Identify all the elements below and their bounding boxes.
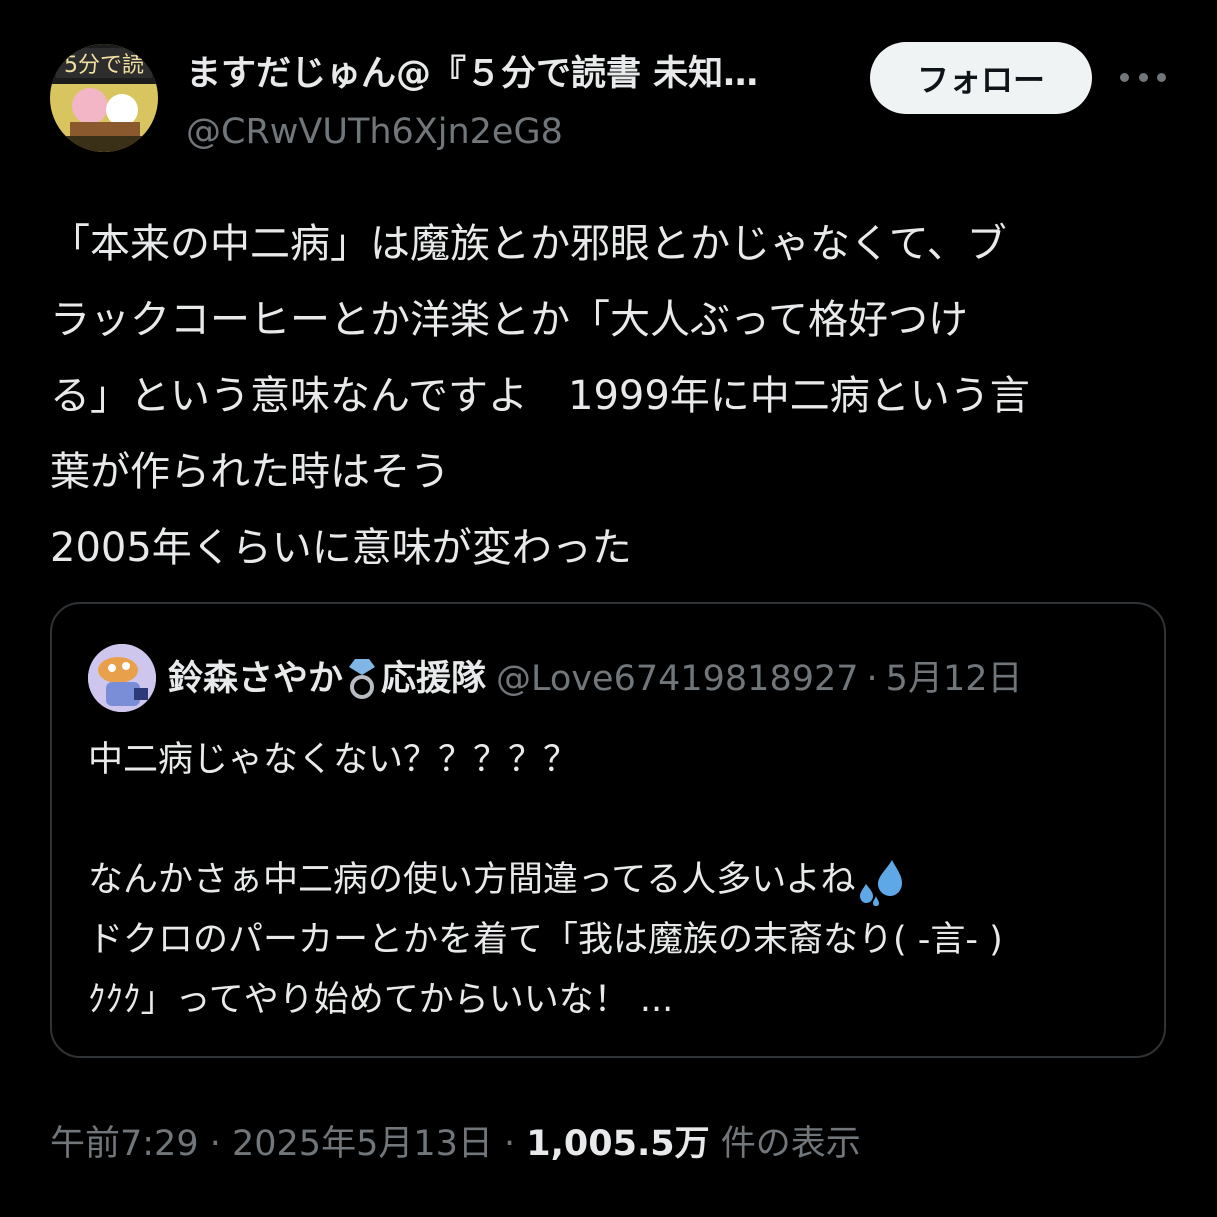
separator-dot: ·: [198, 1124, 232, 1164]
quoted-text-line: ドクロのパーカーとかを着て「我は魔族の末裔なり( -言- ): [88, 920, 1003, 960]
quoted-text-line: 中二病じゃなくない？？？？？: [88, 740, 579, 780]
quoted-text-line: ｸｸｸ」ってやり始めてからいいな！ ...: [88, 980, 674, 1020]
tweet-time[interactable]: 午前7:29: [50, 1124, 199, 1164]
character-avatar-icon: [88, 644, 156, 712]
quoted-tweet-text: 中二病じゃなくない？？？？？ なんかさぁ中二病の使い方間違ってる人多いよね ドク…: [88, 730, 1128, 1030]
quoted-tweet-header: 鈴森さやか 応援隊 @Love67419818927 · 5月12日: [168, 652, 1022, 706]
quoted-tweet-date[interactable]: 5月12日: [886, 652, 1023, 706]
separator-dot: ·: [492, 1124, 527, 1164]
tweet-metadata: 午前7:29 · 2025年5月13日 · 1,005.5万 件の表示: [50, 1114, 861, 1174]
follow-button[interactable]: フォロー: [870, 42, 1092, 114]
tweet-text-line: る」という意味なんですよ 1999年に中二病という言: [50, 373, 1030, 419]
ring-icon: [349, 659, 376, 699]
more-options-icon[interactable]: [1120, 62, 1166, 92]
tweet-text: 「本来の中二病」は魔族とか邪眼とかじゃなくて、ブ ラックコーヒーとか洋楽とか「大…: [50, 206, 1170, 586]
quoted-author-handle[interactable]: @Love67419818927: [496, 652, 859, 706]
author-avatar[interactable]: 5分で読: [50, 44, 158, 152]
tweet-text-line: 「本来の中二病」は魔族とか邪眼とかじゃなくて、ブ: [50, 221, 1007, 267]
quoted-author-name[interactable]: 鈴森さやか: [168, 652, 343, 706]
tweet-text-line: 葉が作られた時はそう: [50, 449, 450, 495]
tweet-text-line: ラックコーヒーとか洋楽とか「大人ぶって格好つけ: [50, 297, 968, 343]
book-cover-avatar-icon: 5分で読: [50, 44, 158, 152]
author-handle[interactable]: @CRwVUTh6Xjn2eG8: [186, 108, 563, 156]
quoted-text-line: [88, 790, 1128, 850]
quoted-tweet-card[interactable]: 鈴森さやか 応援隊 @Love67419818927 · 5月12日 中二病じゃ…: [50, 602, 1166, 1058]
quoted-author-avatar[interactable]: [88, 644, 156, 712]
author-display-name[interactable]: ますだじゅん@『５分で読書 未知…: [186, 50, 846, 98]
views-label: 件の表示: [709, 1124, 861, 1164]
quoted-author-name-suffix[interactable]: 応援隊: [381, 652, 486, 706]
tweet-text-line: 2005年くらいに意味が変わった: [50, 525, 632, 571]
quoted-text-line: なんかさぁ中二病の使い方間違ってる人多いよね: [88, 850, 1128, 910]
tweet-date[interactable]: 2025年5月13日: [232, 1124, 493, 1164]
separator-dot: ·: [866, 659, 878, 699]
sweat-drops-icon: [859, 860, 902, 906]
views-count: 1,005.5万: [526, 1124, 710, 1164]
svg-text:5分で読: 5分で読: [64, 53, 144, 78]
quoted-text-line-content: なんかさぁ中二病の使い方間違ってる人多いよね: [88, 860, 856, 900]
